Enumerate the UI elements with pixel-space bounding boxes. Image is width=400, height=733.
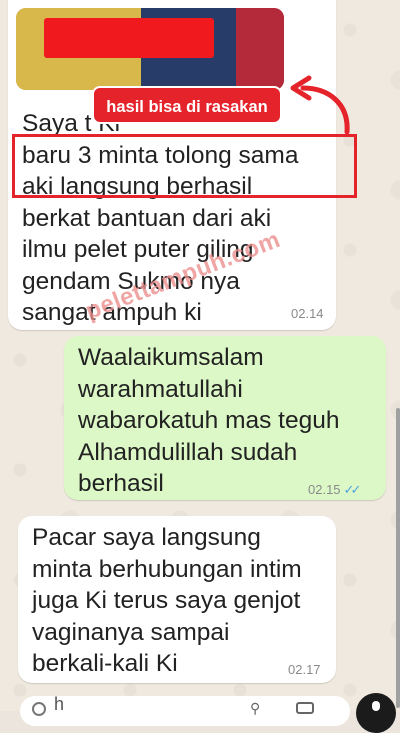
message-text: Waalaikumsalam warahmatullahi wabarokatu… [78, 344, 340, 497]
message-bubble-outgoing[interactable]: Waalaikumsalam warahmatullahi wabarokatu… [64, 336, 386, 500]
message-time-value: 02.15 [308, 482, 341, 497]
message-image[interactable] [16, 8, 284, 90]
mic-button[interactable] [356, 693, 396, 733]
message-time: 02.14 [291, 306, 324, 321]
read-receipt-icon: ✓✓ [343, 482, 362, 497]
highlight-frame [12, 134, 357, 198]
message-input[interactable]: h ⚲ [20, 694, 350, 726]
message-time: 02.15 ✓✓ [308, 482, 362, 498]
message-time: 02.17 [288, 662, 321, 677]
annotation-arrow-icon [290, 75, 350, 134]
scrollbar[interactable] [396, 408, 400, 708]
attach-icon[interactable]: ⚲ [250, 700, 260, 717]
message-input-text: h [54, 694, 65, 714]
message-text: Pacar saya langsung minta berhubungan in… [32, 524, 302, 677]
mic-icon [372, 701, 380, 711]
message-bubble-incoming[interactable]: Pacar saya langsung minta berhubungan in… [18, 516, 336, 683]
message-composer: h ⚲ [0, 689, 400, 733]
annotation-label: hasil bisa di rasakan [92, 86, 282, 124]
redaction-box [44, 18, 214, 58]
camera-icon[interactable] [296, 702, 314, 714]
photo-red-shirt [236, 8, 284, 90]
emoji-icon[interactable] [32, 702, 46, 716]
